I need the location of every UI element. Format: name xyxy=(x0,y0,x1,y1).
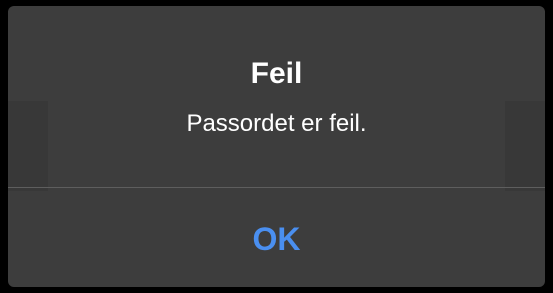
alert-title: Feil xyxy=(250,57,303,90)
screenshot-frame: Feil Passordet er feil. OK xyxy=(0,0,553,293)
alert-dialog: Feil Passordet er feil. OK xyxy=(8,6,545,287)
alert-message: Passordet er feil. xyxy=(186,110,367,137)
ok-button[interactable]: OK xyxy=(8,188,545,287)
